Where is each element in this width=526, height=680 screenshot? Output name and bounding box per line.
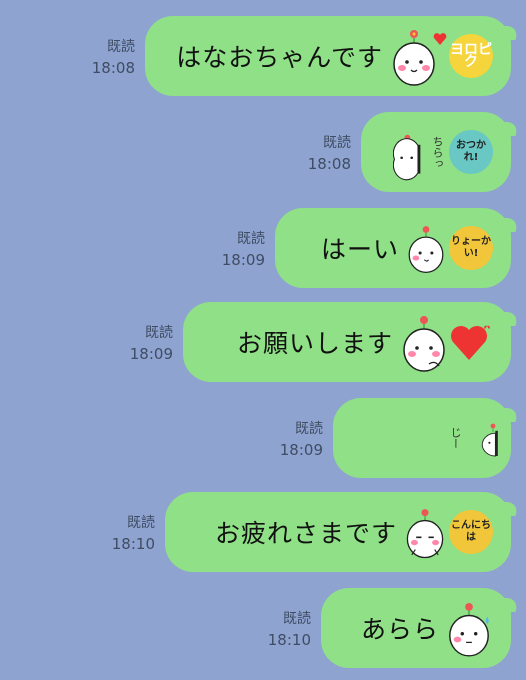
character-face-icon xyxy=(406,509,444,559)
message-meta: 既読 18:09 xyxy=(280,419,323,461)
message-bubble[interactable]: あらら xyxy=(321,588,511,668)
timestamp: 18:09 xyxy=(221,251,265,269)
side-caption: じー xyxy=(449,427,462,449)
timestamp: 18:09 xyxy=(279,441,323,459)
timestamp: 18:09 xyxy=(129,345,173,363)
message-text: はなおちゃんです xyxy=(176,43,383,72)
read-receipt: 既読 xyxy=(323,135,351,151)
side-caption: ちらっ xyxy=(431,135,444,169)
message-bubble[interactable]: お疲れさまです こんにちは xyxy=(165,492,511,572)
emoji-group xyxy=(399,312,493,372)
stamp-badge: こんにちは xyxy=(449,510,493,554)
emoji-group: りょーかい! xyxy=(405,218,493,278)
read-receipt: 既読 xyxy=(237,231,265,247)
message-row: 既読 18:09 お願いします xyxy=(130,302,511,382)
message-bubble[interactable]: はなおちゃんです ヨロピク xyxy=(145,16,511,96)
stamp-badge: おつかれ! xyxy=(449,130,493,174)
message-row: 既読 18:08 ちらっ おつかれ! xyxy=(308,112,511,192)
timestamp: 18:08 xyxy=(91,59,135,77)
peeking-character-icon xyxy=(393,134,421,181)
heart-icon xyxy=(433,33,447,45)
message-meta: 既読 18:08 xyxy=(308,133,351,175)
emoji-group: ヨロピク xyxy=(389,26,493,86)
read-receipt: 既読 xyxy=(295,421,323,437)
message-meta: 既読 18:09 xyxy=(130,323,173,365)
timestamp: 18:10 xyxy=(111,535,155,553)
stamp-badge: ヨロピク xyxy=(449,34,493,78)
message-row: 既読 18:09 はーい りょーかい! xyxy=(222,208,511,288)
stamp-badge: りょーかい! xyxy=(449,226,493,270)
message-meta: 既読 18:10 xyxy=(268,609,311,651)
message-meta: 既読 18:09 xyxy=(222,229,265,271)
message-text: はーい xyxy=(320,235,399,264)
read-receipt: 既読 xyxy=(107,39,135,55)
read-receipt: 既読 xyxy=(127,515,155,531)
message-bubble[interactable]: お願いします xyxy=(183,302,511,382)
emoji-group: こんにちは xyxy=(403,502,493,562)
read-receipt: 既読 xyxy=(283,611,311,627)
message-text: お願いします xyxy=(236,329,393,358)
emoji-group: ちらっ おつかれ! xyxy=(393,122,493,182)
heart-icon xyxy=(451,325,490,360)
message-meta: 既読 18:08 xyxy=(92,37,135,79)
peeking-character-icon xyxy=(481,423,498,457)
timestamp: 18:10 xyxy=(267,631,311,649)
character-face-icon xyxy=(449,603,489,657)
message-row: 既読 18:10 お疲れさまです こんにちは xyxy=(112,492,511,572)
message-row: 既読 18:09 じー xyxy=(280,398,511,478)
message-meta: 既読 18:10 xyxy=(112,513,155,555)
message-bubble[interactable]: ちらっ おつかれ! xyxy=(361,112,511,192)
message-text: お疲れさまです xyxy=(214,519,397,548)
message-text: あらら xyxy=(360,615,439,644)
character-face-icon xyxy=(408,226,444,273)
character-face-icon xyxy=(393,30,435,86)
message-row: 既読 18:08 はなおちゃんです ヨロピク xyxy=(92,16,511,96)
message-bubble[interactable]: じー xyxy=(333,398,511,478)
message-bubble[interactable]: はーい りょーかい! xyxy=(275,208,511,288)
read-receipt: 既読 xyxy=(145,325,173,341)
message-row: 既読 18:10 あらら xyxy=(268,588,511,668)
timestamp: 18:08 xyxy=(307,155,351,173)
emoji-group xyxy=(445,598,493,658)
character-face-icon xyxy=(403,316,445,372)
emoji-group: じー xyxy=(447,408,499,468)
